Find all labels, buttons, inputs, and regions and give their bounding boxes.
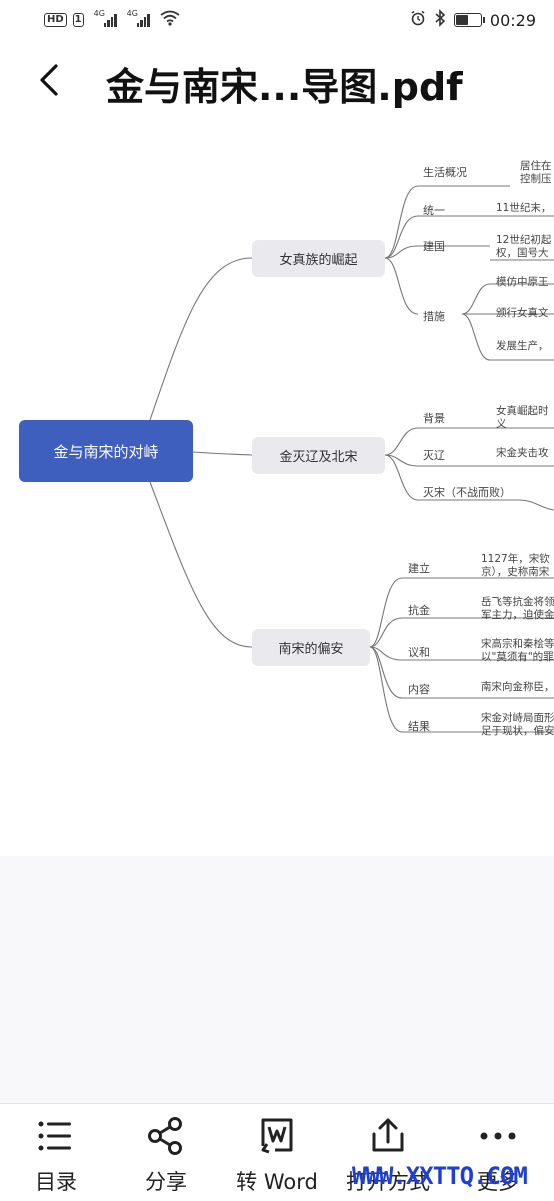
mindmap-topic: 生活概况 — [423, 166, 467, 179]
convert-word-button[interactable]: 转 Word — [227, 1112, 327, 1198]
mindmap-topic: 灭辽 — [423, 449, 445, 462]
toc-label: 目录 — [35, 1170, 77, 1194]
wifi-icon — [160, 10, 180, 29]
mindmap-detail: 11世纪末， — [496, 202, 552, 214]
mindmap-topic: 背景 — [423, 412, 445, 425]
status-right: 00:29 — [410, 9, 536, 31]
bluetooth-icon — [434, 9, 446, 31]
mindmap-branch-node: 金灭辽及北宋 — [252, 437, 385, 474]
signal-icon-2: 4G — [127, 9, 150, 27]
pdf-canvas[interactable]: 金与南宋的对峙 女真族的崛起 金灭辽及北宋 南宋的偏安 生活概况 居住在 控制压… — [0, 118, 554, 856]
clock-time: 00:29 — [489, 10, 536, 30]
share-button[interactable]: 分享 — [116, 1112, 216, 1198]
mindmap-detail: 1127年，宋钦 京），史称南宋 — [481, 553, 550, 578]
mindmap-topic: 建立 — [408, 562, 430, 575]
share-icon — [116, 1112, 216, 1160]
page-background — [0, 856, 554, 1104]
mindmap-detail: 发展生产， — [496, 340, 549, 352]
mindmap-topic: 结果 — [408, 720, 430, 733]
battery-icon — [453, 13, 485, 27]
status-bar: HD 1 4G 4G 00:29 — [0, 0, 554, 40]
signal-icon: 4G — [94, 9, 117, 27]
mindmap-detail: 宋金对峙局面形 足于现状，偏安 — [481, 712, 554, 737]
mindmap-root-node: 金与南宋的对峙 — [19, 420, 193, 482]
convert-word-label: 转 Word — [236, 1170, 318, 1194]
upload-icon — [338, 1112, 438, 1160]
word-convert-icon — [227, 1112, 327, 1160]
mindmap-detail: 岳飞等抗金将领 军主力，迫使金 — [481, 596, 554, 621]
mindmap-detail: 居住在 控制压 — [520, 160, 552, 185]
toc-button[interactable]: 目录 — [6, 1112, 106, 1198]
mindmap-branch-node: 女真族的崛起 — [252, 240, 385, 277]
list-icon — [6, 1112, 106, 1160]
mindmap-topic: 议和 — [408, 646, 430, 659]
more-icon — [448, 1112, 548, 1160]
sim-icon: 1 — [72, 12, 84, 27]
mindmap-detail: 南宋向金称臣， — [481, 681, 554, 693]
header: 金与南宋...导图.pdf — [0, 40, 554, 119]
mindmap-detail: 颁行女真文 — [496, 307, 549, 319]
mindmap-detail: 模仿中原王 — [496, 276, 549, 288]
mindmap-branch-node: 南宋的偏安 — [252, 629, 370, 666]
mindmap-detail: 12世纪初起 权，国号大 — [496, 234, 552, 259]
watermark-text: WWW.XXTTQ.COM — [352, 1162, 528, 1190]
chevron-left-icon — [40, 64, 58, 96]
mindmap-topic: 内容 — [408, 683, 430, 696]
mindmap-detail: 女真崛起时 义 — [496, 405, 549, 430]
alarm-icon — [410, 10, 426, 30]
back-button[interactable] — [30, 58, 70, 102]
mindmap-detail: 宋高宗和秦桧等 以"莫须有"的罪 — [481, 638, 554, 663]
mindmap-topic: 统一 — [423, 204, 445, 217]
hd-icon: HD — [44, 12, 67, 27]
mindmap-topic: 措施 — [423, 310, 445, 323]
page-title: 金与南宋...导图.pdf — [106, 65, 463, 109]
mindmap-topic: 建国 — [423, 240, 445, 253]
share-label: 分享 — [145, 1170, 187, 1194]
mindmap-topic: 抗金 — [408, 604, 430, 617]
status-left: HD 1 4G 4G — [44, 9, 180, 29]
mindmap-topic: 灭宋（不战而败） — [423, 486, 511, 499]
mindmap-detail: 宋金夹击攻 — [496, 447, 549, 459]
